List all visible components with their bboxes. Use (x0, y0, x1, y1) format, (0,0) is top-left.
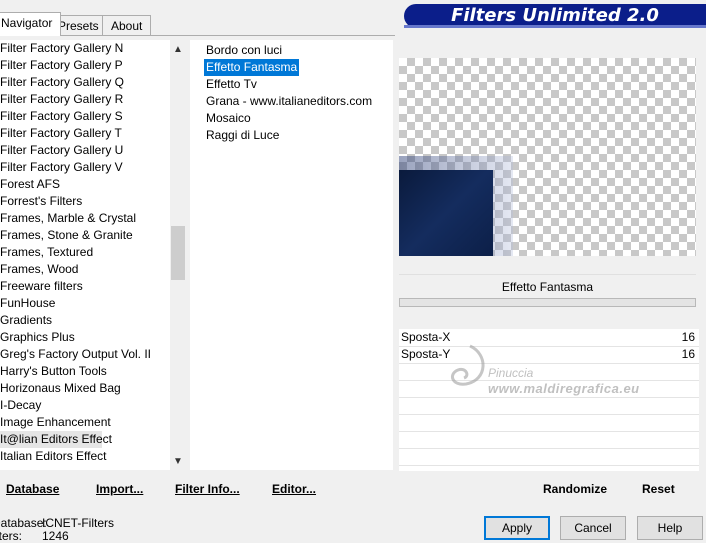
category-item[interactable]: Frames, Marble & Crystal (0, 210, 170, 227)
category-item[interactable]: Forrest's Filters (0, 193, 170, 210)
category-item[interactable]: Filter Factory Gallery N (0, 40, 170, 57)
category-item[interactable]: Image Enhancement (0, 414, 170, 431)
title-underline (404, 25, 706, 28)
filter-item[interactable]: Bordo con luci (204, 42, 284, 59)
category-item[interactable]: Italian Editors Effect (0, 448, 170, 465)
category-item[interactable]: I-Decay (0, 397, 170, 414)
filter-item[interactable]: Raggi di Luce (204, 127, 281, 144)
filter-item[interactable]: Grana - www.italianeditors.com (204, 93, 374, 110)
category-item[interactable]: Filter Factory Gallery T (0, 125, 170, 142)
category-item[interactable]: Forest AFS (0, 176, 170, 193)
filter-info-button[interactable]: Filter Info... (175, 482, 240, 496)
parameter-label: Sposta-Y (401, 347, 451, 361)
category-item[interactable]: Frames, Stone & Granite (0, 227, 170, 244)
parameter-value[interactable]: 16 (682, 329, 695, 346)
parameter-value[interactable]: 16 (682, 346, 695, 363)
parameter-label: Sposta-X (401, 330, 451, 344)
parameter-row (399, 397, 699, 415)
parameter-panel: Sposta-X 16 Sposta-Y 16 (399, 329, 699, 471)
category-item[interactable]: Frames, Textured (0, 244, 170, 261)
category-item[interactable]: Harry's Button Tools (0, 363, 170, 380)
preview-dark-shape (399, 170, 493, 256)
cancel-button[interactable]: Cancel (560, 516, 626, 540)
parameter-row (399, 380, 699, 398)
apply-button[interactable]: Apply (484, 516, 550, 540)
category-item[interactable]: It@lian Editors Effect (0, 431, 112, 448)
reset-button[interactable]: Reset (642, 482, 675, 496)
database-button[interactable]: Database (6, 482, 59, 496)
tab-about[interactable]: About (102, 15, 152, 35)
category-item[interactable]: Filter Factory Gallery U (0, 142, 170, 159)
category-list[interactable]: Filter Factory Gallery N Filter Factory G… (0, 40, 170, 470)
filters-count-value: 1246 (42, 529, 69, 543)
category-item[interactable]: FunHouse (0, 295, 170, 312)
import-button[interactable]: Import... (96, 482, 143, 496)
category-item[interactable]: Filter Factory Gallery S (0, 108, 170, 125)
category-item[interactable]: Greg's Factory Output Vol. II (0, 346, 170, 363)
category-item[interactable]: Filter Factory Gallery V (0, 159, 170, 176)
filters-count-label: Filters: (0, 529, 22, 543)
randomize-button[interactable]: Randomize (543, 482, 607, 496)
category-item[interactable]: Gradients (0, 312, 170, 329)
parameter-row (399, 448, 699, 466)
parameter-row[interactable]: Sposta-Y 16 (399, 346, 699, 364)
filter-info-button-label: Filter Info... (175, 482, 240, 496)
category-item[interactable]: Graphics Plus (0, 329, 170, 346)
category-item[interactable]: Freeware filters (0, 278, 170, 295)
category-item[interactable]: Horizonaus Mixed Bag (0, 380, 170, 397)
category-item[interactable]: Filter Factory Gallery R (0, 91, 170, 108)
filter-item[interactable]: Effetto Fantasma (204, 59, 300, 76)
editor-button[interactable]: Editor... (272, 482, 316, 496)
import-button-label: Import... (96, 482, 144, 496)
category-scrollbar[interactable]: ▲ ▼ (170, 40, 186, 470)
scroll-up-icon[interactable]: ▲ (170, 42, 186, 58)
filter-name-label: Effetto Fantasma (399, 274, 696, 299)
filter-slider-track[interactable] (399, 298, 696, 307)
filter-item[interactable]: Effetto Tv (204, 76, 259, 93)
category-item[interactable]: Filter Factory Gallery P (0, 57, 170, 74)
parameter-row (399, 431, 699, 449)
category-item[interactable]: Frames, Wood (0, 261, 170, 278)
scroll-down-icon[interactable]: ▼ (170, 454, 186, 470)
database-button-label: Database (6, 482, 60, 496)
parameter-row (399, 363, 699, 381)
filter-list[interactable]: Bordo con luci Effetto Fantasma Effetto Tv… (190, 40, 393, 470)
parameter-row[interactable]: Sposta-X 16 (399, 329, 699, 347)
scroll-thumb[interactable] (171, 226, 185, 280)
editor-button-label: Editor... (272, 482, 317, 496)
help-button[interactable]: Help (637, 516, 703, 540)
parameter-row (399, 414, 699, 432)
tab-navigator[interactable]: Navigator (0, 12, 62, 36)
filter-item[interactable]: Mosaico (204, 110, 253, 127)
category-item[interactable]: Filter Factory Gallery Q (0, 74, 170, 91)
preview-image (399, 58, 696, 256)
